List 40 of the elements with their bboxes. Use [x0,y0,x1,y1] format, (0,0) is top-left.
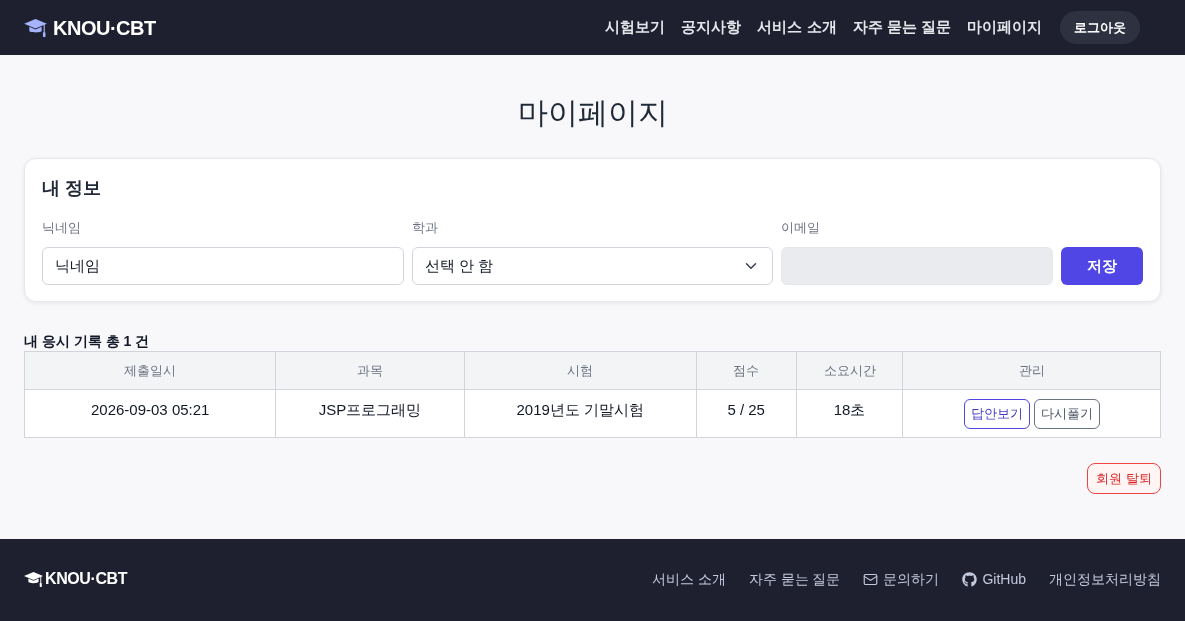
footer-link[interactable]: 자주 묻는 질문 [748,568,841,590]
footer-link[interactable]: 개인정보처리방침 [1049,568,1161,590]
logout-button[interactable]: 로그아웃 [1060,11,1140,44]
column-header: 제출일시 [24,351,276,390]
view-answers-button[interactable]: 답안보기 [963,398,1030,429]
history-heading: 내 응시 기록 총 1 건 [24,332,151,351]
table-cell: 5 / 25 [696,389,797,438]
table-cell: 18초 [796,389,903,438]
footer-link[interactable]: 문의하기 [863,568,940,590]
nav-link[interactable]: 시험보기 [605,16,666,39]
select-field[interactable]: 선택 안 함 [411,247,774,285]
retry-button[interactable]: 다시풀기 [1033,398,1100,429]
column-header: 점수 [696,351,797,390]
field-label: 닉네임 [42,219,82,237]
input-field[interactable]: 닉네임 [42,247,404,285]
field-label: 이메일 [781,219,822,237]
footer-link[interactable]: GitHub [962,568,1026,590]
footer-logo-text: KNOU·CBT [45,569,128,589]
nav-link[interactable]: 공지사항 [681,16,742,39]
column-header: 시험 [464,351,697,390]
nav-link[interactable]: 자주 묻는 질문 [852,16,951,39]
card-title: 내 정보 [42,177,102,200]
table-cell: 2019년도 기말시험 [464,389,697,438]
column-header: 소요시간 [796,351,903,390]
brand-logo-text[interactable]: KNOU·CBT [53,12,156,43]
withdraw-button[interactable]: 회원 탈퇴 [1087,463,1161,494]
graduation-cap-icon [24,18,47,37]
nav-link[interactable]: 마이페이지 [967,16,1042,39]
table-cell: 2026-09-03 05:21 [24,389,276,438]
field-label: 학과 [411,219,439,237]
page-title: 마이페이지 [516,95,669,131]
table-cell: JSP프로그래밍 [275,389,465,438]
mail-icon [863,571,879,587]
footer-link[interactable]: 서비스 소개 [651,568,726,590]
save-button[interactable]: 저장 [1061,247,1143,285]
column-header: 과목 [275,351,465,390]
github-icon [962,571,978,587]
column-header: 관리 [902,351,1161,390]
graduation-cap-icon [24,571,43,587]
nav-link[interactable]: 서비스 소개 [757,16,837,39]
